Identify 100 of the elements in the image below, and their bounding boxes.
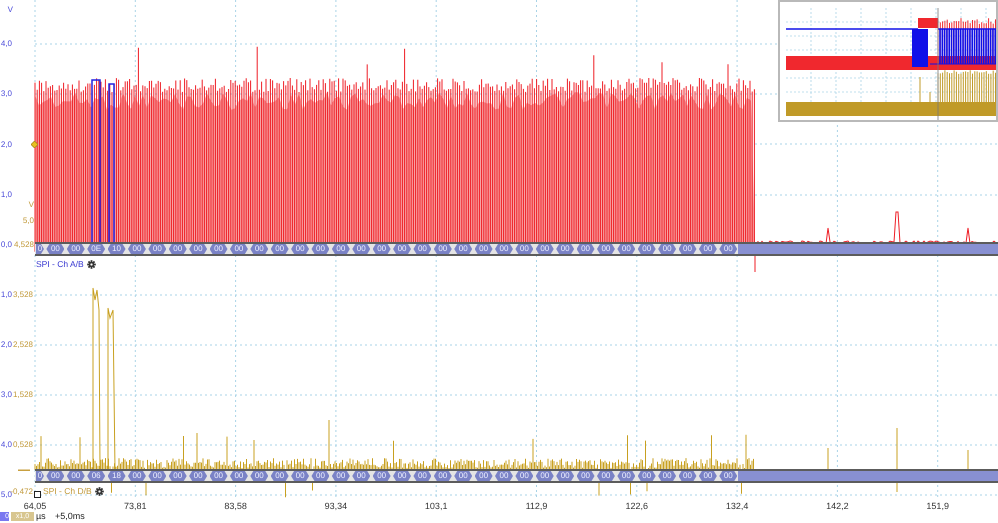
- axis-tick-label: 3,0: [0, 390, 12, 400]
- decoded-byte: 0E: [87, 244, 106, 254]
- axis-tick-label: 0,0: [0, 240, 12, 250]
- decoded-byte: 00: [46, 244, 64, 254]
- decoded-byte: 00: [230, 244, 248, 254]
- axis-unit: V: [28, 200, 34, 210]
- decoded-byte: 18: [108, 471, 126, 481]
- decoded-byte: 00: [148, 244, 166, 254]
- axis-tick-label: 112,9: [526, 500, 548, 513]
- decoded-byte: 00: [148, 471, 166, 481]
- decoded-byte: 00: [576, 244, 595, 254]
- decoded-byte: 00: [454, 244, 472, 254]
- decoded-byte: 00: [210, 244, 228, 254]
- decoded-byte: 00: [698, 244, 717, 254]
- axis-tick-label: 142,2: [826, 500, 849, 513]
- decoded-byte: 00: [393, 244, 412, 254]
- axis-tick-label: 2,528: [12, 340, 33, 350]
- axis-tick-label: 151,9: [926, 500, 949, 513]
- decoder-label: SPI - Ch D/B: [43, 486, 92, 496]
- decoded-byte: 00: [270, 244, 289, 254]
- decoded-byte: 00: [719, 244, 738, 254]
- decoded-byte: 00: [617, 471, 636, 481]
- axis-tick-label: 83,58: [224, 500, 247, 513]
- axis-tick-label: 132,4: [726, 500, 748, 513]
- decoded-byte: 00: [332, 244, 350, 254]
- decoded-byte: 00: [434, 471, 452, 481]
- axis-tick-label: 3,528: [12, 290, 33, 300]
- decoded-byte: 00: [698, 471, 717, 481]
- decoded-byte: 0: [36, 244, 44, 254]
- unit-label: µs: [36, 511, 46, 522]
- axis-tick-label: 73,81: [124, 500, 147, 513]
- trigger-marker-icon: [31, 141, 38, 148]
- axis-tick-label: 0,528: [12, 440, 33, 450]
- decoded-byte: 0: [36, 471, 44, 481]
- axis-tick-label: 4,528: [14, 240, 34, 250]
- decoded-byte: 00: [168, 471, 187, 481]
- decoded-byte: 00: [494, 244, 513, 254]
- decoded-byte: 00: [66, 244, 85, 254]
- channel-marker-icon: [18, 469, 30, 472]
- marker-icon: [34, 491, 41, 498]
- decoded-byte: 00: [515, 244, 534, 254]
- axis-tick-label: 122,6: [626, 500, 648, 513]
- settings-icon[interactable]: [86, 260, 96, 268]
- axis-tick-label: 5,0: [0, 490, 12, 500]
- decoded-byte: 00: [46, 471, 64, 481]
- decoded-byte: 00: [454, 471, 472, 481]
- decoded-byte: 00: [311, 244, 330, 254]
- decoded-byte: 00: [596, 471, 615, 481]
- decoded-byte: 00: [352, 471, 370, 481]
- decoded-byte: 00: [332, 471, 350, 481]
- decoded-byte: 10: [108, 244, 126, 254]
- axis-tick-label: 4,0: [0, 39, 12, 49]
- decoded-byte: 00: [413, 471, 432, 481]
- decoded-byte: 00: [536, 471, 554, 481]
- axis-tick-label: 1,0: [0, 190, 12, 200]
- decoded-byte: 00: [189, 471, 208, 481]
- axis-tick-label: 2,0: [0, 140, 12, 150]
- decoded-byte: 00: [393, 471, 412, 481]
- decoded-byte: 00: [617, 244, 636, 254]
- decoded-byte: 00: [658, 471, 676, 481]
- decoded-byte: 00: [536, 244, 554, 254]
- decoded-byte: 00: [372, 244, 391, 254]
- axis-tick-label: 103,1: [424, 500, 448, 513]
- decoded-byte: 00: [230, 471, 248, 481]
- decoded-byte: 00: [596, 244, 615, 254]
- decoded-byte: 00: [494, 471, 513, 481]
- decoded-byte: 00: [719, 471, 738, 481]
- decoded-byte: 00: [474, 471, 493, 481]
- axis-tick-label: 93,34: [324, 500, 348, 513]
- time-offset: +5,0ms: [55, 511, 85, 522]
- decoded-byte: 00: [270, 471, 289, 481]
- decoded-byte: 00: [250, 471, 268, 481]
- decoded-byte: 00: [638, 471, 656, 481]
- decoded-byte: 00: [576, 471, 595, 481]
- decoded-byte: 00: [556, 244, 574, 254]
- decoded-byte: 00: [128, 471, 146, 481]
- axis-tick-label: 1,0: [0, 290, 12, 300]
- axis-tick-label: -0,472: [10, 487, 33, 496]
- decoded-byte: 06: [87, 471, 106, 481]
- axis-tick-label: 4,0: [0, 440, 12, 450]
- decoded-byte: 00: [556, 471, 574, 481]
- decoded-byte: 00: [678, 471, 696, 481]
- decoded-byte: 00: [168, 244, 187, 254]
- axis-tick-label: 2,0: [0, 340, 12, 350]
- decoder-label: SPI - Ch A/B: [36, 259, 84, 269]
- decoded-byte: 00: [352, 244, 370, 254]
- decoded-byte: 00: [515, 471, 534, 481]
- decoded-byte: 00: [250, 244, 268, 254]
- decoded-byte: 00: [413, 244, 432, 254]
- axis-tick-label: 1,528: [12, 390, 33, 400]
- decoded-byte: 00: [678, 244, 696, 254]
- axis-tick-label: 3,0: [0, 89, 12, 100]
- decoded-byte: 00: [372, 471, 391, 481]
- decoded-byte: 00: [210, 471, 228, 481]
- decoded-byte: 00: [638, 244, 656, 254]
- settings-icon[interactable]: [94, 486, 104, 496]
- axis-unit: V: [8, 5, 13, 15]
- decoded-byte: 00: [66, 471, 85, 481]
- decoded-byte: 00: [128, 244, 146, 254]
- decoded-byte: 00: [474, 244, 493, 254]
